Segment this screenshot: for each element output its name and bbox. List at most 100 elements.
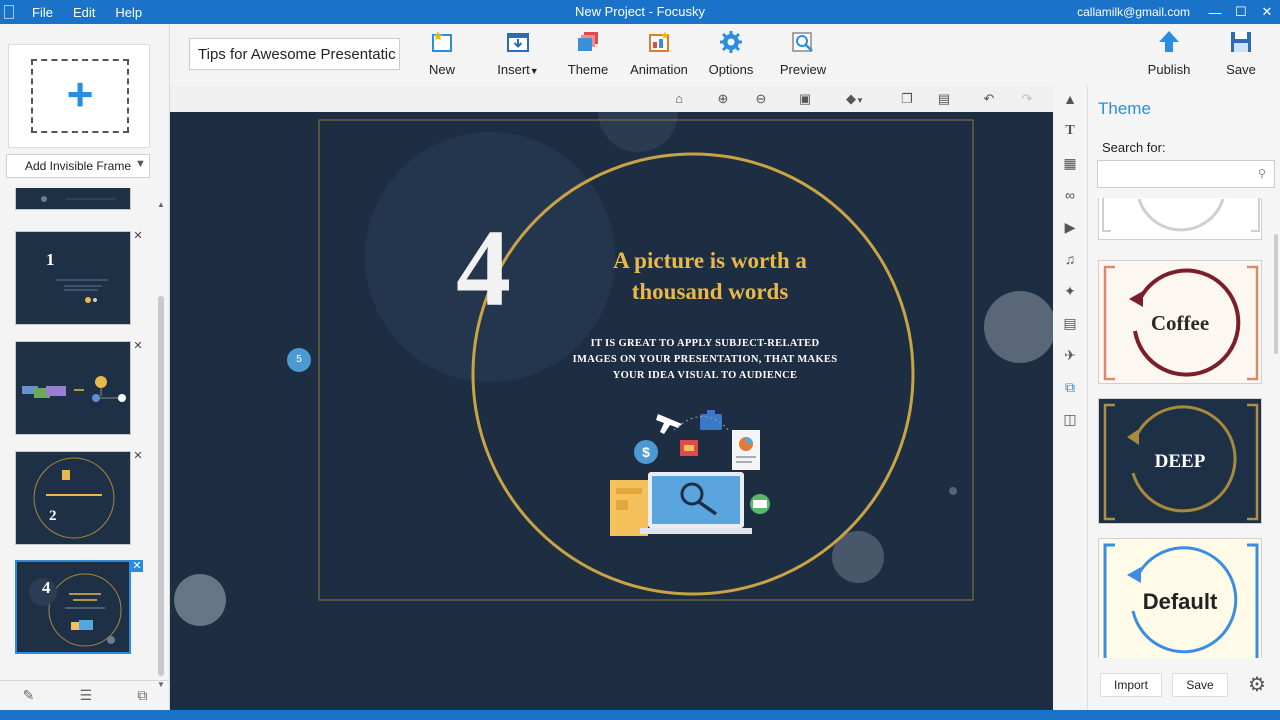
frames-panel-footer: ✎ ☰ ⧉ xyxy=(0,680,170,710)
zoom-out-icon[interactable]: ⊖ xyxy=(752,90,770,108)
scroll-up-icon[interactable]: ▲ xyxy=(157,200,165,209)
path-marker[interactable]: 5 xyxy=(287,348,311,372)
menu-bar: File Edit Help xyxy=(0,0,152,24)
publish-label: Publish xyxy=(1147,62,1191,77)
link-icon[interactable]: ∞ xyxy=(1061,186,1079,204)
search-label: Search for: xyxy=(1102,140,1166,155)
options-button[interactable]: Options xyxy=(706,30,756,80)
home-icon[interactable]: ⌂ xyxy=(670,90,688,108)
publish-button[interactable]: Publish xyxy=(1145,30,1193,80)
insert-button[interactable]: Insert▼ xyxy=(492,30,544,80)
text-icon[interactable]: T xyxy=(1061,122,1079,140)
element-tool-strip: ▲ T ▦ ∞ ▶ ♫ ✦ ▤ ✈ ⧉ ◫ xyxy=(1053,86,1087,710)
theme-card-deep[interactable]: DEEP xyxy=(1098,398,1262,524)
slide-title-line-2: thousand words xyxy=(631,279,789,304)
frame-thumbnail-partial[interactable] xyxy=(15,188,131,210)
save-theme-button[interactable]: Save xyxy=(1172,673,1228,697)
main-toolbar: Tips for Awesome Presentatic New Insert▼… xyxy=(170,24,1280,86)
copy-icon[interactable]: ❐ xyxy=(898,90,916,108)
menu-file[interactable]: File xyxy=(32,5,53,20)
frame-thumbnail-2[interactable]: ✕ xyxy=(15,340,143,435)
slide-number[interactable]: 4 xyxy=(456,205,511,332)
options-label: Options xyxy=(708,62,754,77)
new-label: New xyxy=(428,62,455,77)
slide-body-line-1: IT IS GREAT TO APPLY SUBJECT-RELATED xyxy=(590,338,820,349)
edit-frame-icon[interactable]: ✎ xyxy=(23,687,35,704)
minimize-button[interactable]: — xyxy=(1202,0,1228,24)
animation-button[interactable]: Animation xyxy=(626,30,692,80)
theme-list-scrollbar[interactable] xyxy=(1274,234,1278,354)
frame-thumbnail-1[interactable]: 1 ✕ xyxy=(15,230,143,325)
publish-icon xyxy=(1159,31,1179,52)
app-icon xyxy=(4,5,14,19)
frame-thumbnail-4-selected[interactable]: 4 ✕ xyxy=(15,560,143,654)
status-bar xyxy=(0,710,1280,720)
add-invisible-frame-button[interactable]: Add Invisible Frame ▼ xyxy=(6,154,150,178)
theme-panel: Theme Search for: ⚲ Coffee DEEP Default … xyxy=(1087,86,1280,710)
chevron-down-icon[interactable]: ▼ xyxy=(135,158,146,170)
slide-body-text[interactable]: IT IS GREAT TO APPLY SUBJECT-RELATED IMA… xyxy=(555,336,855,384)
document-icon[interactable]: ▤ xyxy=(1061,314,1079,332)
slide-title[interactable]: A picture is worth a thousand words xyxy=(570,245,850,307)
menu-edit[interactable]: Edit xyxy=(73,5,95,20)
add-frame-button[interactable]: + xyxy=(8,44,150,148)
gear-icon[interactable]: ⚙ xyxy=(1248,672,1266,697)
theme-layers-icon[interactable]: ⧉ xyxy=(1061,378,1079,396)
theme-card-default[interactable]: Default xyxy=(1098,538,1262,658)
search-icon[interactable]: ⚲ xyxy=(1258,167,1266,180)
theme-search-box[interactable]: ⚲ xyxy=(1097,160,1275,188)
frame-list-icon[interactable]: ☰ xyxy=(80,687,93,704)
maximize-button[interactable]: ☐ xyxy=(1228,0,1254,24)
title-bar: File Edit Help New Project - Focusky cal… xyxy=(0,0,1280,24)
slide-body-line-2: IMAGES ON YOUR PRESENTATION, THAT MAKES xyxy=(572,354,838,365)
close-icon[interactable]: ✕ xyxy=(132,230,144,242)
scrollbar-thumb[interactable] xyxy=(158,296,164,676)
theme-name-coffee: Coffee xyxy=(1150,311,1210,335)
new-button[interactable]: New xyxy=(418,30,466,80)
close-icon[interactable]: ✕ xyxy=(132,340,144,352)
close-window-button[interactable]: ✕ xyxy=(1254,0,1280,24)
preview-button[interactable]: Preview xyxy=(778,30,828,80)
frame-thumbnails: 1 ✕ ✕ 2 ✕ 4 ✕ xyxy=(0,188,170,668)
theme-card-partial[interactable] xyxy=(1098,198,1262,240)
slide-canvas[interactable]: $ 4 A picture is worth a thousand words … xyxy=(170,112,1053,710)
shape-icon[interactable]: ▲ xyxy=(1061,90,1079,108)
video-icon[interactable]: ▶ xyxy=(1061,218,1079,236)
search-input[interactable] xyxy=(1098,161,1248,187)
frame-thumbnail-3[interactable]: 2 ✕ xyxy=(15,450,143,545)
project-title-input[interactable]: Tips for Awesome Presentatic xyxy=(189,38,400,70)
frame-layers-icon[interactable]: ⧉ xyxy=(137,687,147,704)
theme-button[interactable]: Theme xyxy=(564,30,612,80)
plus-icon: + xyxy=(66,68,94,120)
thumbnails-scrollbar[interactable]: ▲ ▼ xyxy=(157,200,165,689)
preview-icon xyxy=(792,32,813,52)
animation-label: Animation xyxy=(630,62,688,77)
layout-icon[interactable]: ◫ xyxy=(1061,410,1079,428)
flash-icon[interactable]: ✦ xyxy=(1061,282,1079,300)
svg-text:$: $ xyxy=(642,444,650,460)
account-email[interactable]: callamilk@gmail.com xyxy=(1077,5,1190,19)
theme-name-default: Default xyxy=(1142,589,1218,614)
theme-panel-title: Theme xyxy=(1098,99,1151,118)
redo-icon[interactable]: ↷ xyxy=(1018,90,1036,108)
fill-color-icon[interactable]: ◆▼ xyxy=(840,90,870,108)
lock-icon[interactable]: ▣ xyxy=(796,90,814,108)
music-icon[interactable]: ♫ xyxy=(1061,250,1079,268)
save-icon xyxy=(1231,32,1251,52)
plane-icon[interactable]: ✈ xyxy=(1061,346,1079,364)
paste-icon[interactable]: ▤ xyxy=(935,90,953,108)
close-icon[interactable]: ✕ xyxy=(132,450,144,462)
insert-icon xyxy=(507,33,529,52)
zoom-in-icon[interactable]: ⊕ xyxy=(714,90,732,108)
theme-label: Theme xyxy=(567,62,609,77)
menu-help[interactable]: Help xyxy=(115,5,142,20)
close-icon[interactable]: ✕ xyxy=(131,560,143,572)
theme-name-deep: DEEP xyxy=(1154,451,1206,472)
thumbnail-number: 2 xyxy=(49,508,57,524)
image-icon[interactable]: ▦ xyxy=(1061,154,1079,172)
thumbnail-number: 4 xyxy=(42,578,51,597)
save-button[interactable]: Save xyxy=(1222,30,1260,80)
undo-icon[interactable]: ↶ xyxy=(980,90,998,108)
theme-card-coffee[interactable]: Coffee xyxy=(1098,260,1262,384)
import-button[interactable]: Import xyxy=(1100,673,1162,697)
